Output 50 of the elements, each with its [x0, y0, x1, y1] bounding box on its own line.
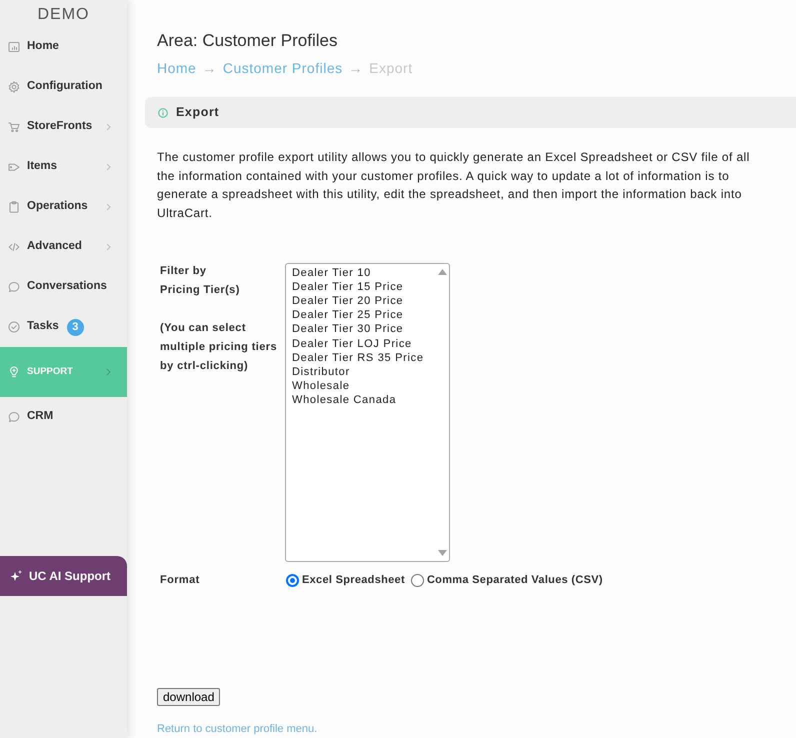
filter-hint: (You can select multiple pricing tiers by ctrl-clicking): [160, 320, 278, 374]
list-option[interactable]: Wholesale Canada: [292, 393, 396, 408]
list-option[interactable]: Wholesale: [292, 379, 350, 394]
sidebar-item[interactable]: Conversations: [0, 267, 127, 307]
list-option[interactable]: Dealer Tier RS 35 Price: [292, 350, 424, 365]
clipboard-icon: [8, 201, 20, 213]
sidebar-item[interactable]: Advanced: [0, 227, 127, 267]
list-option[interactable]: Dealer Tier 30 Price: [292, 322, 404, 337]
check-circle-icon: [8, 321, 20, 333]
scroll-down-icon[interactable]: [438, 550, 446, 556]
radio-button[interactable]: [410, 574, 424, 586]
list-option[interactable]: Distributor: [292, 364, 350, 380]
radio-label[interactable]: Comma Separated Values (CSV): [426, 572, 603, 588]
sidebar-item[interactable]: Tasks 3: [0, 307, 127, 347]
sidebar-item[interactable]: Items: [0, 147, 127, 187]
description-text: The customer profile export utility allows you to quickly generate an Excel Spreadsheet or CSV file of all the information contained with your customer profiles. A quick way to update a lot of information is to generate a spreadsheet with this utility, edit the spreadsheet, and then import the information back into UltraCart.: [157, 149, 751, 222]
list-option[interactable]: Dealer Tier 15 Price: [292, 280, 404, 294]
panel-title: Export: [176, 104, 220, 122]
info-icon: [158, 108, 168, 118]
speech-bubble-icon: [8, 411, 20, 423]
breadcrumb-separator: →: [202, 59, 217, 78]
tag-icon: [8, 161, 20, 173]
scroll-up-icon[interactable]: [438, 269, 446, 275]
format-label: Format: [160, 572, 201, 588]
gear-icon: [8, 81, 20, 93]
speech-bubble-icon: [8, 281, 20, 293]
radio-label[interactable]: Excel Spreadsheet: [302, 572, 405, 588]
pricing-tier-listbox[interactable]: Dealer Tier 10 Dealer Tier 15 Price Dealer Tier 20 Price Dealer Tier 25 Price Dealer Tier 30 Price Dealer Tier LOJ Price Dealer Tier RS 35 Price Distributor Wholesale Wholesale Canada: [285, 263, 450, 562]
sidebar-item[interactable]: Configuration: [0, 67, 127, 107]
list-option[interactable]: Dealer Tier 10: [292, 266, 371, 280]
sparkle-icon: [9, 569, 23, 583]
filter-label: Filter by Pricing Tier(s): [160, 264, 241, 298]
sidebar-item[interactable]: Home: [0, 27, 127, 67]
code-icon: [8, 241, 20, 253]
cart-icon: [8, 121, 20, 133]
list-option[interactable]: Dealer Tier 20 Price: [292, 294, 404, 308]
sidebar-item[interactable]: StoreFronts: [0, 107, 127, 147]
download-button[interactable]: download: [157, 688, 220, 706]
list-option[interactable]: Dealer Tier 25 Price: [292, 308, 404, 322]
sidebar-item[interactable]: CRM: [0, 397, 127, 437]
ai-support-button[interactable]: UC AI Support: [0, 556, 127, 596]
brand-name: DEMO: [36, 5, 90, 25]
page-title: Area: Customer Profiles: [157, 30, 338, 52]
breadcrumb-separator: →: [348, 59, 364, 78]
sidebar-item[interactable]: Operations: [0, 187, 127, 227]
bar-chart-icon: [8, 41, 20, 53]
list-option[interactable]: Dealer Tier LOJ Price: [292, 336, 412, 351]
radio-button[interactable]: [286, 574, 299, 586]
lightbulb-icon: [8, 366, 20, 378]
count-badge: 3: [66, 318, 84, 336]
